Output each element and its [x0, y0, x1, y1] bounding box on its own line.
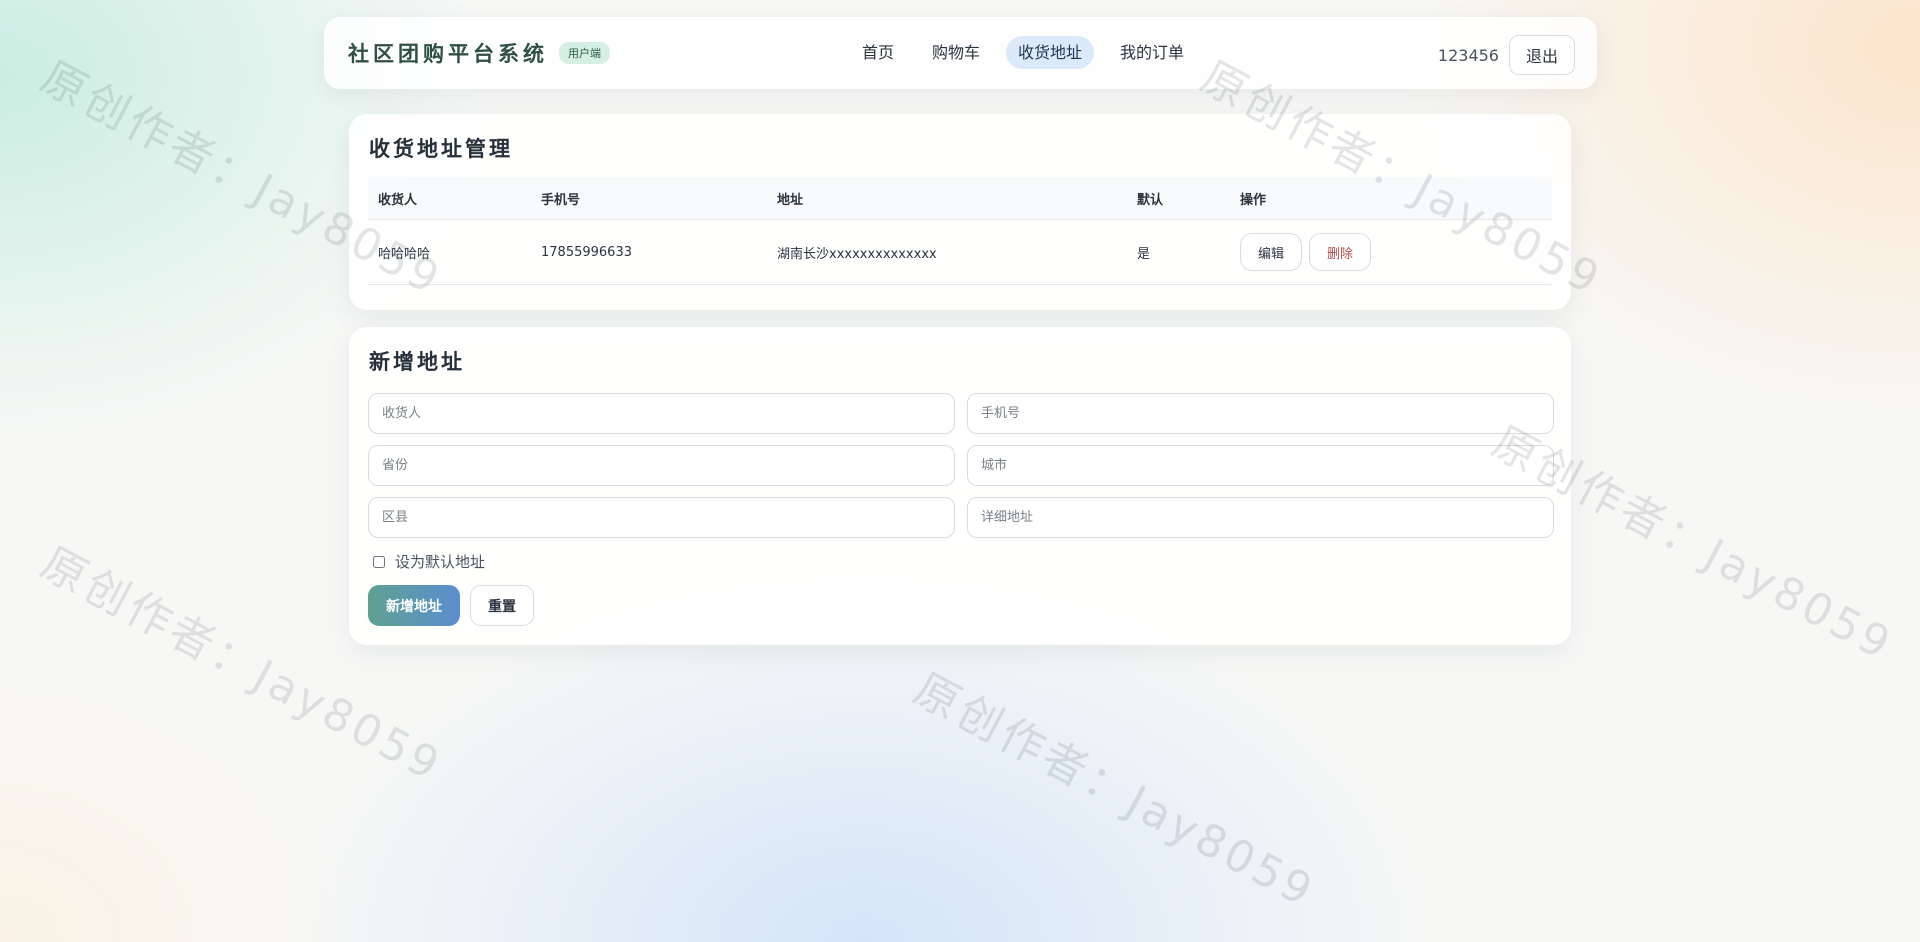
address-management-title: 收货地址管理 [369, 136, 513, 161]
phone-input[interactable] [967, 393, 1554, 434]
user-area: 123456 退出 [1438, 35, 1575, 75]
nav-item-cart[interactable]: 购物车 [920, 36, 992, 69]
cell-address: 湖南长沙xxxxxxxxxxxxxx [777, 246, 937, 262]
username: 123456 [1437, 45, 1499, 65]
cell-default: 是 [1137, 246, 1151, 262]
column-header-receiver: 收货人 [378, 192, 418, 208]
column-header-actions: 操作 [1240, 192, 1267, 208]
form-actions: 新增地址 重置 [368, 585, 534, 626]
nav-item-address[interactable]: 收货地址 [1006, 36, 1095, 69]
reset-button[interactable]: 重置 [470, 585, 534, 626]
default-address-checkbox[interactable] [373, 555, 385, 568]
district-input[interactable] [368, 497, 955, 538]
top-navbar: 社区团购平台系统 用户端 首页 购物车 收货地址 我的订单 123456 退出 [324, 17, 1597, 89]
column-header-phone: 手机号 [541, 192, 581, 208]
nav-item-orders[interactable]: 我的订单 [1108, 36, 1196, 69]
receiver-input[interactable] [368, 393, 955, 434]
delete-button[interactable]: 删除 [1309, 233, 1372, 271]
logout-button[interactable]: 退出 [1508, 35, 1575, 75]
city-input[interactable] [967, 445, 1554, 486]
app-title: 社区团购平台系统 [348, 41, 548, 66]
table-row: 哈哈哈哈 17855996633 湖南长沙xxxxxxxxxxxxxx 是 编辑… [368, 220, 1552, 285]
detail-address-input[interactable] [967, 497, 1554, 538]
address-table: 收货人 手机号 地址 默认 操作 哈哈哈哈 17855996633 湖南长沙xx… [368, 177, 1552, 285]
column-header-default: 默认 [1137, 192, 1164, 208]
default-address-option[interactable]: 设为默认地址 [373, 551, 485, 572]
edit-button[interactable]: 编辑 [1240, 233, 1303, 271]
watermark: 原创作者：Jay8059 [905, 663, 1324, 919]
column-header-address: 地址 [777, 192, 804, 208]
add-address-button[interactable]: 新增地址 [368, 585, 460, 626]
cell-phone: 17855996633 [541, 244, 632, 260]
brand: 社区团购平台系统 用户端 [348, 38, 610, 68]
cell-receiver: 哈哈哈哈 [378, 246, 431, 262]
province-input[interactable] [368, 445, 955, 486]
new-address-title: 新增地址 [369, 349, 465, 374]
new-address-card: 新增地址 设为默认地址 新增地址 重置 [349, 327, 1571, 645]
role-badge: 用户端 [559, 42, 610, 64]
default-address-label: 设为默认地址 [395, 553, 486, 571]
table-header: 收货人 手机号 地址 默认 操作 [368, 177, 1552, 220]
address-form [368, 393, 1554, 538]
cell-actions: 编辑 删除 [1240, 233, 1552, 271]
main-nav: 首页 购物车 收货地址 我的订单 [850, 36, 1196, 69]
nav-item-home[interactable]: 首页 [850, 36, 906, 69]
address-management-card: 收货地址管理 收货人 手机号 地址 默认 操作 哈哈哈哈 17855996633… [349, 114, 1571, 310]
